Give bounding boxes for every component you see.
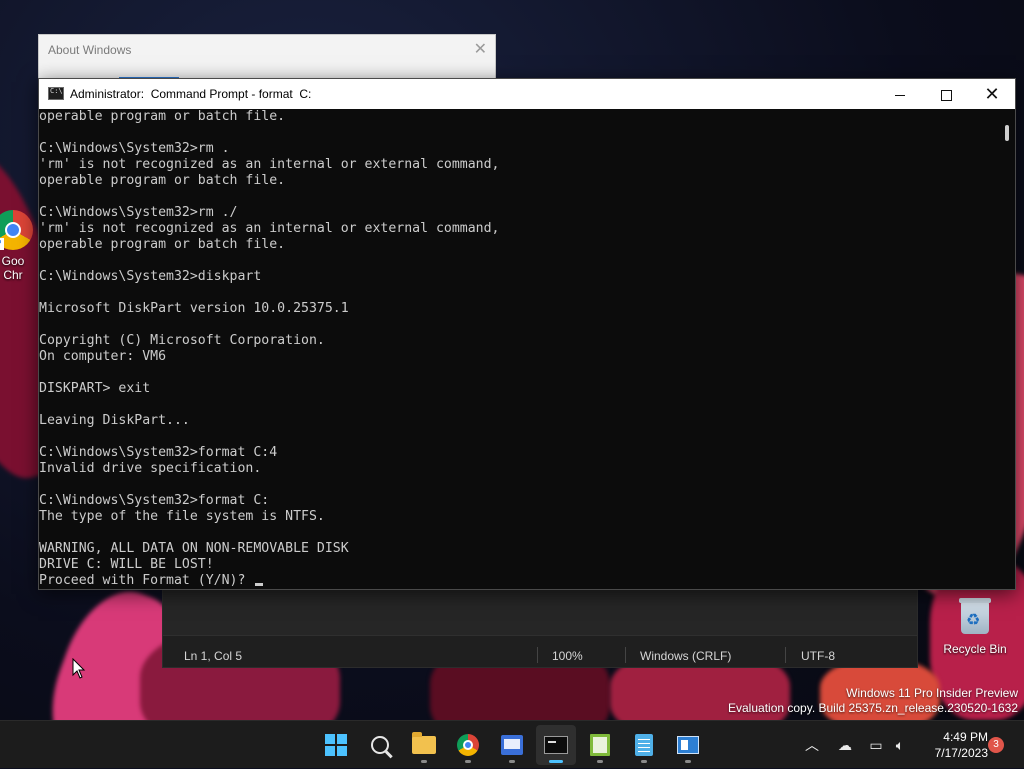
console-line: C:\Windows\System32>format C:4 [39,445,278,460]
console-line: DISKPART> exit [39,381,151,396]
windows-start-icon [325,734,347,756]
network-icon[interactable]: ▭ [864,721,888,769]
notification-badge[interactable]: 3 [988,737,1004,753]
remote-desktop-icon [501,735,523,755]
console-line: 'rm' is not recognized as an internal or… [39,157,500,172]
start-button[interactable] [316,725,356,765]
notepad-window[interactable]: Ln 1, Col 5 100% Windows (CRLF) UTF-8 [162,588,918,668]
search-icon [371,736,389,754]
watermark-build: Evaluation copy. Build 25375.zn_release.… [728,701,1018,715]
maximize-icon [940,89,952,101]
close-icon[interactable]: ✕ [474,39,487,59]
console-scrollbar[interactable] [999,109,1015,589]
taskbar-notepad[interactable] [624,725,664,765]
taskbar-system-info[interactable] [668,725,708,765]
notepad-editor-area[interactable] [163,589,917,636]
taskbar-command-prompt[interactable] [536,725,576,765]
taskbar-chrome[interactable] [448,725,488,765]
cmd-window-title: Administrator: Command Prompt - format C… [70,87,312,101]
recycle-bin-icon: ♻ [957,596,993,636]
notepad-icon [635,734,653,756]
chrome-icon [0,210,33,250]
console-line: C:\Windows\System32>rm . [39,141,230,156]
close-button[interactable]: ✕ [969,79,1015,109]
onedrive-icon[interactable]: ☁ [833,721,857,769]
status-encoding[interactable]: UTF-8 [801,649,835,663]
cmd-title-bar[interactable]: Administrator: Command Prompt - format C… [39,79,1015,109]
volume-icon[interactable]: 🔈︎ [888,721,912,769]
console-line: 'rm' is not recognized as an internal or… [39,221,500,236]
console-line: The type of the file system is NTFS. [39,509,325,524]
system-info-icon [677,736,699,754]
notepad-status-bar: Ln 1, Col 5 100% Windows (CRLF) UTF-8 [163,645,917,665]
console-line: DRIVE C: WILL BE LOST! [39,557,214,572]
text-cursor [255,583,264,586]
desktop-icon-label: Recycle Bin [943,642,1007,656]
taskbar: ︿ ☁ ▭ 🔈︎ 4:49 PM 7/17/2023 3 [0,720,1024,768]
show-hidden-icons-button[interactable]: ︿ [802,721,822,769]
console-line: Copyright (C) Microsoft Corporation. [39,333,325,348]
taskbar-search-button[interactable] [360,725,400,765]
console-line: operable program or batch file. [39,173,286,188]
console-line: C:\Windows\System32>format C: [39,493,270,508]
command-prompt-window[interactable]: Administrator: Command Prompt - format C… [38,78,1016,590]
clock-time: 4:49 PM [943,730,988,744]
console-output[interactable]: operable program or batch file. C:\Window… [39,109,999,589]
console-line: Invalid drive specification. [39,461,262,476]
console-line: C:\Windows\System32>diskpart [39,269,262,284]
maximize-button[interactable] [923,79,969,109]
status-line-ending[interactable]: Windows (CRLF) [640,649,731,663]
close-icon: ✕ [984,84,1000,104]
chevron-up-icon: ︿ [805,737,819,753]
console-line: operable program or batch file. [39,237,286,252]
taskbar-remote-desktop[interactable] [492,725,532,765]
status-cursor-position: Ln 1, Col 5 [184,649,243,663]
chrome-icon [457,734,479,756]
command-prompt-icon [544,736,568,754]
minimize-button[interactable] [877,79,923,109]
status-zoom[interactable]: 100% [552,649,583,663]
file-explorer-icon [412,732,436,754]
console-line: Proceed with Format (Y/N)? [39,573,999,589]
task-manager-icon [590,734,610,756]
command-prompt-icon [48,87,64,100]
desktop-icon-recycle-bin[interactable]: ♻ Recycle Bin [940,596,1010,656]
console-line: Leaving DiskPart... [39,413,190,428]
clock-date: 7/17/2023 [934,746,988,760]
about-windows-title: About Windows [48,43,132,57]
console-line: WARNING, ALL DATA ON NON-REMOVABLE DISK [39,541,349,556]
minimize-icon [895,94,905,96]
taskbar-clock[interactable]: 4:49 PM 7/17/2023 [918,729,988,761]
shortcut-arrow-icon: ↗ [0,238,4,250]
console-line: operable program or batch file. [39,109,286,124]
console-line: Microsoft DiskPart version 10.0.25375.1 [39,301,349,316]
watermark-edition: Windows 11 Pro Insider Preview [846,686,1018,700]
taskbar-task-manager[interactable] [580,725,620,765]
windows-watermark: Windows 11 Pro Insider Preview Evaluatio… [728,686,1018,716]
scrollbar-thumb[interactable] [1005,125,1009,141]
console-line: On computer: VM6 [39,349,167,364]
taskbar-file-explorer[interactable] [404,725,444,765]
console-line: C:\Windows\System32>rm ./ [39,205,238,220]
